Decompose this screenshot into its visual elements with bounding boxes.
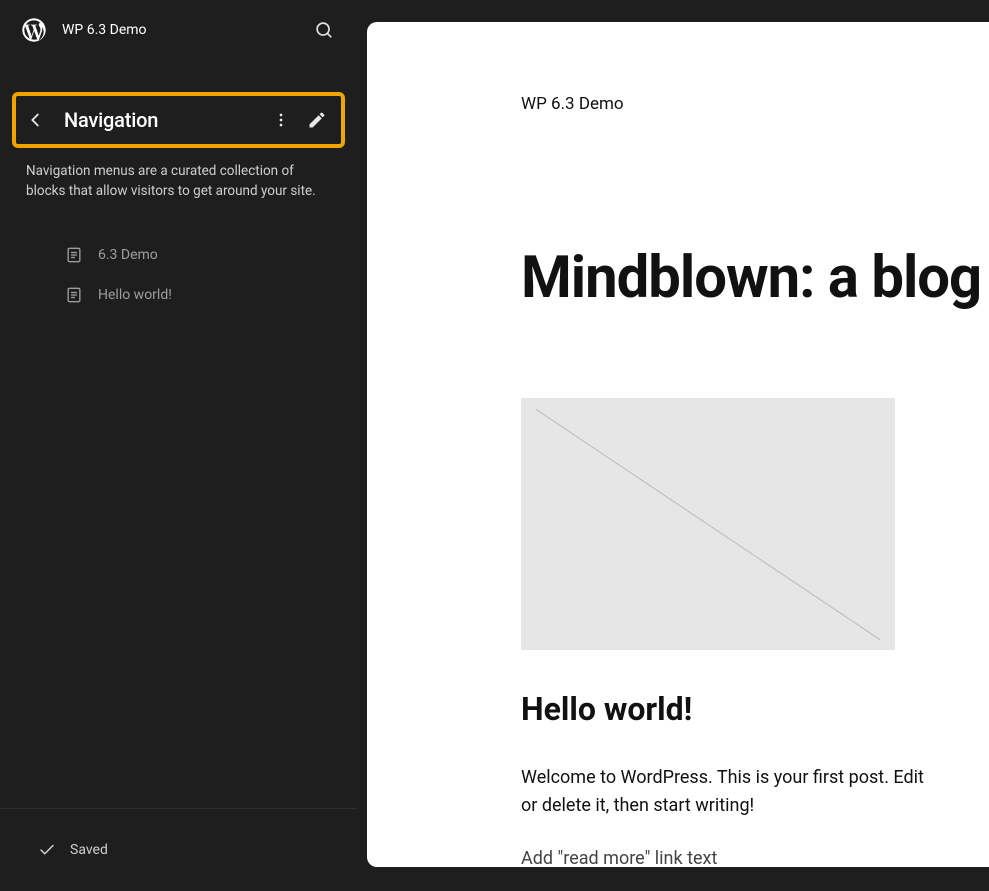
navigation-title: Navigation xyxy=(64,108,265,132)
topbar: WP 6.3 Demo xyxy=(0,0,357,60)
navigation-item[interactable]: 6.3 Demo xyxy=(26,235,331,275)
site-title[interactable]: WP 6.3 Demo xyxy=(62,22,307,38)
navigation-item-list: 6.3 Demo Hello world! xyxy=(0,235,357,315)
navigation-actions xyxy=(265,104,333,136)
page-headline[interactable]: Mindblown: a blog a xyxy=(521,244,989,312)
post-title[interactable]: Hello world! xyxy=(521,690,989,728)
featured-image-placeholder[interactable] xyxy=(521,398,895,650)
page-preview[interactable]: WP 6.3 Demo Mindblown: a blog a Hello wo… xyxy=(367,22,989,867)
chevron-left-icon xyxy=(25,109,47,131)
save-status-label: Saved xyxy=(70,842,108,858)
navigation-item-label: Hello world! xyxy=(98,287,172,303)
navigation-description: Navigation menus are a curated collectio… xyxy=(0,148,357,201)
page-icon xyxy=(64,245,84,265)
more-vertical-icon xyxy=(271,110,291,130)
editor-canvas: WP 6.3 Demo Mindblown: a blog a Hello wo… xyxy=(357,0,989,891)
navigation-header: Navigation xyxy=(12,92,345,148)
page-content: WP 6.3 Demo Mindblown: a blog a Hello wo… xyxy=(367,22,989,867)
site-brand[interactable]: WP 6.3 Demo xyxy=(521,94,989,114)
back-button[interactable] xyxy=(20,104,52,136)
read-more-link[interactable]: Add "read more" link text xyxy=(521,848,717,867)
search-icon xyxy=(313,19,335,41)
navigation-item-label: 6.3 Demo xyxy=(98,247,158,263)
post-body[interactable]: Welcome to WordPress. This is your first… xyxy=(521,764,941,820)
page-icon xyxy=(64,285,84,305)
search-button[interactable] xyxy=(307,13,341,47)
check-icon xyxy=(38,841,56,859)
placeholder-diagonal xyxy=(536,409,881,640)
edit-navigation-button[interactable] xyxy=(301,104,333,136)
wordpress-logo-icon[interactable] xyxy=(20,16,48,44)
pencil-icon xyxy=(307,110,327,130)
save-status: Saved xyxy=(0,809,357,891)
navigation-options-button[interactable] xyxy=(265,104,297,136)
sidebar: WP 6.3 Demo Navigation xyxy=(0,0,357,891)
navigation-item[interactable]: Hello world! xyxy=(26,275,331,315)
